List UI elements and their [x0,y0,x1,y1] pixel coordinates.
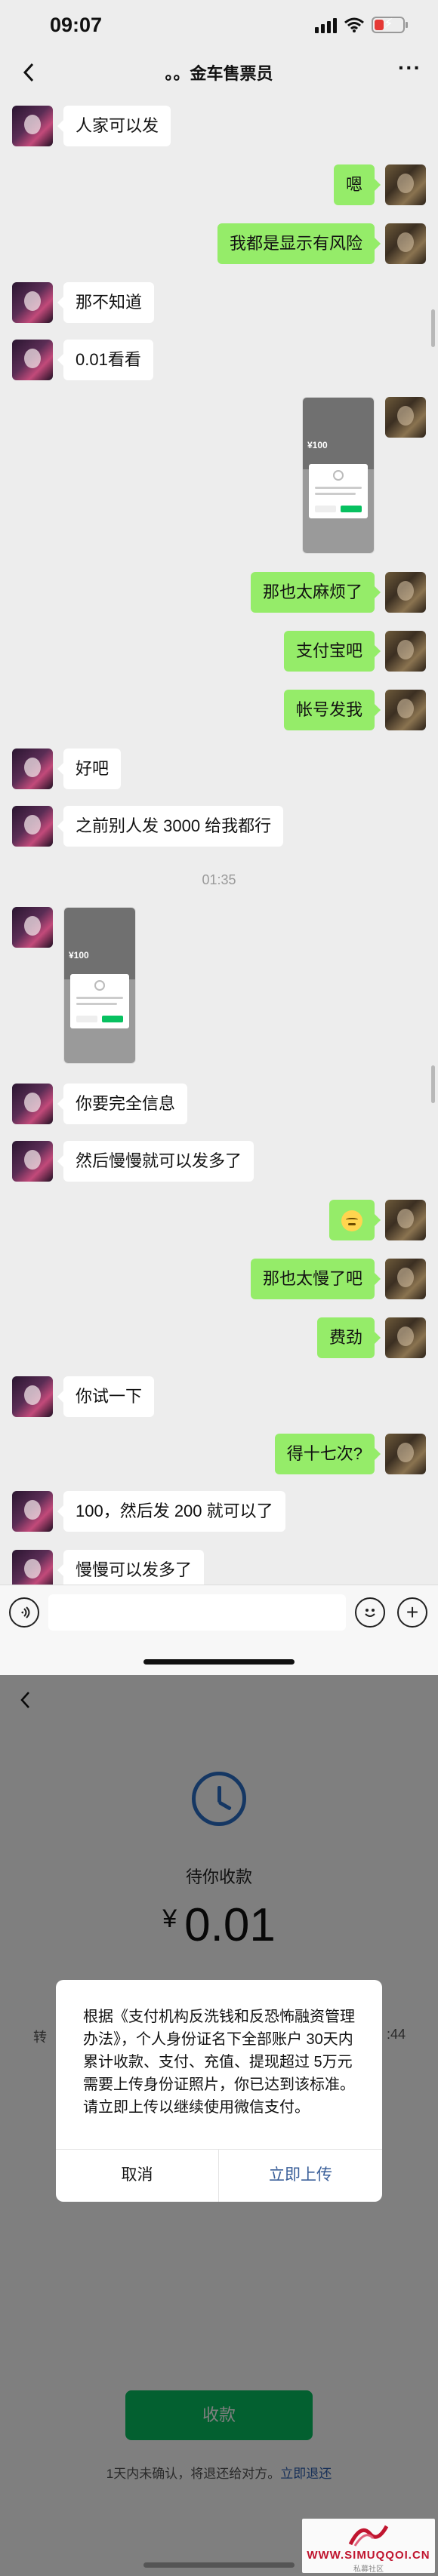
signal-icon [315,17,337,33]
contact-avatar[interactable] [12,282,53,323]
voice-icon[interactable] [9,1597,39,1628]
dialog-message: 根据《支付机构反洗钱和反恐怖融资管理办法》，个人身份证名下全部账户 30天内累计… [83,2009,355,2116]
contact-avatar[interactable] [12,907,53,948]
message-bubble-incoming[interactable]: 然后慢慢就可以发多了 [57,1141,254,1182]
message-bubble-outgoing[interactable]: 费劲 [316,1317,381,1358]
contact-avatar[interactable] [12,806,53,847]
message-bubble-incoming[interactable]: 0.01看看 [57,340,153,380]
image-amount-text: ¥100 [307,440,328,450]
status-bar: 09:07 ⚡ [0,0,438,50]
message-bubble-incoming[interactable]: 100，然后发 200 就可以了 [57,1491,285,1532]
input-bar: + [0,1585,438,1675]
my-avatar[interactable] [385,1317,426,1358]
my-avatar[interactable] [385,223,426,264]
more-icon[interactable]: ··· [398,56,421,80]
message-bubble-outgoing[interactable]: 那也太慢了吧 [250,1259,381,1299]
message-bubble-incoming[interactable]: 你试一下 [57,1376,155,1417]
status-icons: ⚡ [315,16,408,33]
message-bubble-outgoing[interactable]: 那也太麻烦了 [250,572,381,613]
contact-avatar[interactable] [12,1376,53,1417]
contact-avatar[interactable] [12,749,53,789]
my-avatar[interactable] [385,397,426,438]
nav-bar: 。。金车售票员 ··· [0,50,438,94]
contact-avatar[interactable] [12,1491,53,1532]
watermark-subtext: 私募社区 [353,2565,384,2574]
chat-screen: 09:07 ⚡ 。。金车售票员 ··· 人家可以发 嗯 我都是显示有风险 那不知… [0,0,438,1675]
plus-icon[interactable]: + [397,1597,427,1628]
home-indicator[interactable] [143,2562,295,2568]
message-bubble-outgoing[interactable]: 帐号发我 [283,690,381,730]
message-bubble-outgoing[interactable] [329,1200,381,1240]
message-bubble-outgoing[interactable]: 得十七次? [274,1434,381,1474]
cancel-button[interactable]: 取消 [56,2149,218,2202]
contact-avatar[interactable] [12,1084,53,1124]
image-message[interactable]: ¥100 [302,397,375,554]
my-avatar[interactable] [385,572,426,613]
my-avatar[interactable] [385,1200,426,1240]
contact-avatar[interactable] [12,340,53,380]
smiling-face-emoji-icon [341,1210,362,1232]
payment-screen: 待你收款 ¥0.01 转 :44 收款 1天内未确认，将退还给对方。立即退还 根… [0,1675,438,2576]
my-avatar[interactable] [385,1259,426,1299]
scroll-indicator[interactable] [431,309,435,347]
contact-avatar[interactable] [12,106,53,146]
my-avatar[interactable] [385,1434,426,1474]
chat-title: 。。金车售票员 [165,64,273,83]
my-avatar[interactable] [385,631,426,672]
scroll-indicator[interactable] [431,1065,435,1103]
upload-id-dialog: 根据《支付机构反洗钱和反恐怖融资管理办法》，个人身份证名下全部账户 30天内累计… [56,1980,382,2202]
message-bubble-incoming[interactable]: 好吧 [57,749,122,789]
watermark: WWW.SIMUQQOI.CN 私募社区 [302,2519,435,2574]
battery-icon: ⚡ [372,16,408,33]
my-avatar[interactable] [385,690,426,730]
image-amount-text: ¥100 [69,950,89,961]
message-bubble-incoming[interactable]: 人家可以发 [57,106,171,146]
status-time: 09:07 [50,14,103,36]
message-bubble-outgoing[interactable]: 嗯 [333,164,381,205]
message-bubble-outgoing[interactable]: 支付宝吧 [283,631,381,672]
upload-now-button[interactable]: 立即上传 [219,2149,382,2202]
time-separator: 01:35 [202,872,236,887]
message-bubble-outgoing[interactable]: 我都是显示有风险 [217,223,381,264]
message-bubble-incoming[interactable]: 你要完全信息 [57,1084,188,1124]
watermark-logo [348,2525,389,2547]
home-indicator[interactable] [143,1659,295,1665]
watermark-text: WWW.SIMUQQOI.CN [307,2549,430,2562]
wifi-icon [344,17,364,32]
message-input[interactable] [48,1594,346,1631]
contact-avatar[interactable] [12,1141,53,1182]
message-bubble-incoming[interactable]: 那不知道 [57,282,155,323]
emoji-icon[interactable] [355,1597,385,1628]
my-avatar[interactable] [385,164,426,205]
message-bubble-incoming[interactable]: 之前别人发 3000 给我都行 [57,806,284,847]
image-message[interactable]: ¥100 [63,907,136,1064]
